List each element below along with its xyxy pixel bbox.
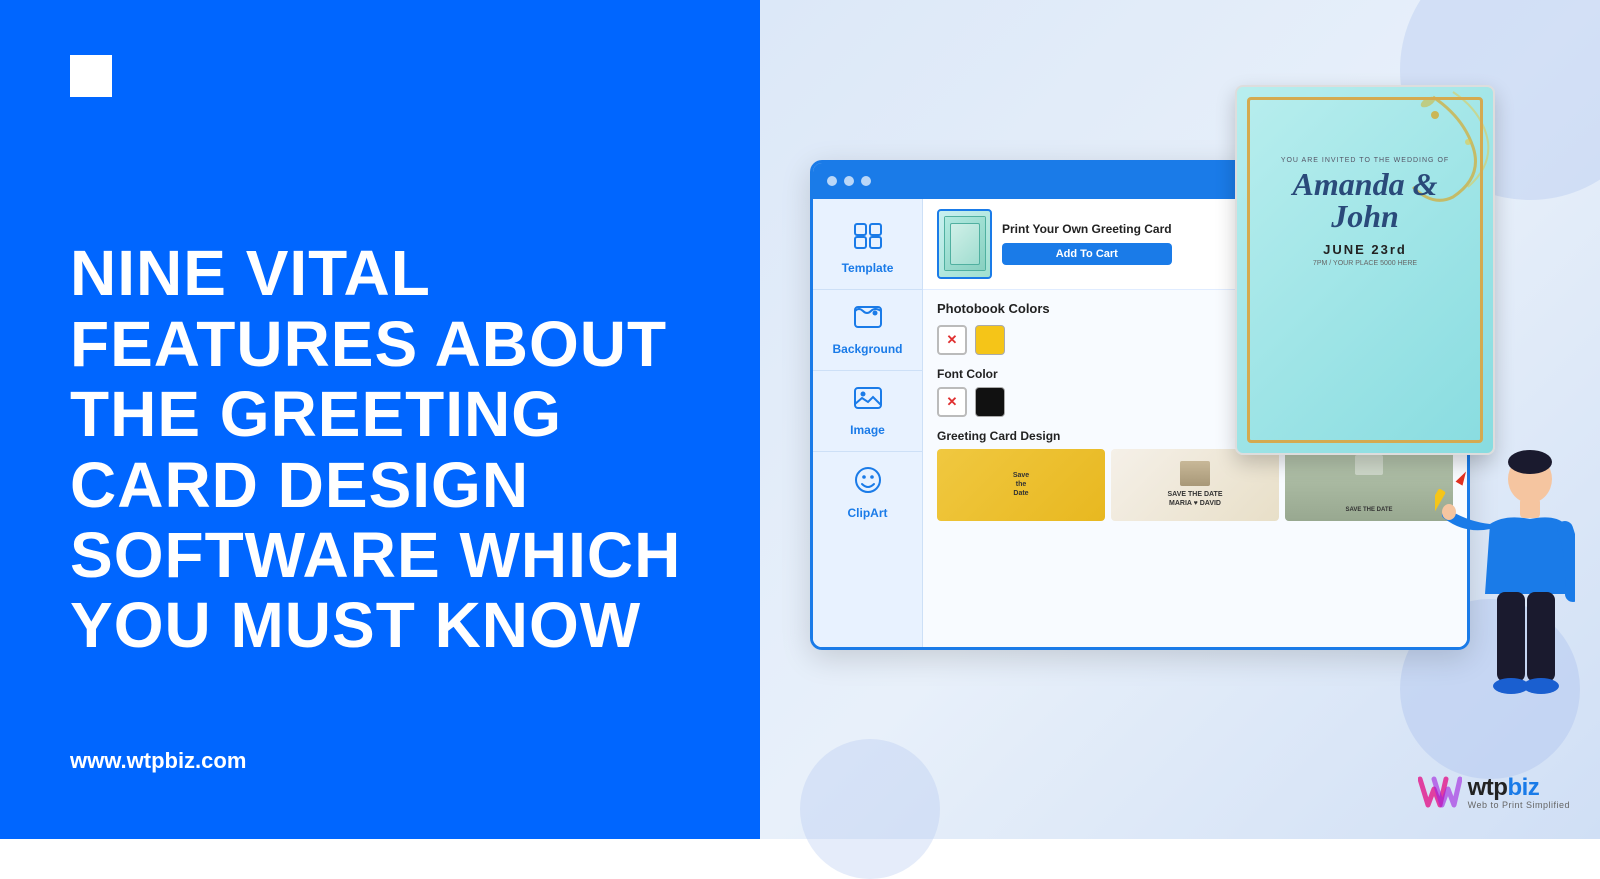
color-swatch-yellow[interactable] [975, 325, 1005, 355]
product-title: Print Your Own Greeting Card [1002, 222, 1172, 238]
left-panel: NINE VITAL FEATURES ABOUT THE GREETING C… [0, 0, 760, 839]
product-thumb-inner [944, 216, 986, 271]
browser-dot-2 [844, 176, 854, 186]
wtpbiz-logo: wtpbiz Web to Print Simplified [1418, 775, 1570, 811]
wtpbiz-tagline: Web to Print Simplified [1468, 800, 1570, 810]
design-card-2[interactable]: SAVE THE DATEMARIA ♥ DAVID [1111, 449, 1279, 521]
product-info: Print Your Own Greeting Card Add To Cart [1002, 222, 1172, 266]
gc-date: JUNE 23rd [1257, 242, 1473, 257]
sidebar-item-background[interactable]: Background [813, 290, 922, 371]
product-thumbnail [937, 209, 992, 279]
photobook-colors-title: Photobook Colors [937, 301, 1050, 316]
editor-sidebar: Template Background [813, 199, 923, 647]
image-label: Image [850, 423, 885, 437]
design-card-1[interactable]: SavetheDate [937, 449, 1105, 521]
gc-invited-text: YOU ARE INVITED TO THE WEDDING OF [1257, 157, 1473, 164]
add-to-cart-button[interactable]: Add To Cart [1002, 243, 1172, 265]
color-swatch-x-1[interactable]: ✕ [937, 325, 967, 355]
greeting-card-preview: YOU ARE INVITED TO THE WEDDING OF Amanda… [1235, 85, 1495, 455]
browser-dot-3 [861, 176, 871, 186]
design-card-3[interactable]: SAVE THE DATE [1285, 449, 1453, 521]
wtpbiz-w-icon [1418, 775, 1462, 811]
design-card-2-text: SAVE THE DATEMARIA ♥ DAVID [1168, 491, 1223, 508]
product-card: Print Your Own Greeting Card Add To Cart [937, 209, 1172, 279]
image-icon [854, 385, 882, 418]
clipart-icon [854, 466, 882, 501]
gc-text-block: YOU ARE INVITED TO THE WEDDING OF Amanda… [1257, 157, 1473, 267]
website-url: www.wtpbiz.com [70, 748, 246, 774]
gc-gold-frame [1247, 97, 1483, 443]
template-icon [854, 223, 882, 256]
gc-sub-date: 7PM / YOUR PLACE 5000 HERE [1257, 260, 1473, 267]
template-label: Template [842, 261, 894, 275]
deco-circle-bottom-left [800, 739, 940, 879]
browser-dot-1 [827, 176, 837, 186]
main-heading: NINE VITAL FEATURES ABOUT THE GREETING C… [70, 238, 690, 660]
sidebar-item-image[interactable]: Image [813, 371, 922, 452]
background-icon [854, 304, 882, 337]
wtpbiz-name: wtpbiz [1468, 776, 1570, 800]
color-swatch-x-2[interactable]: ✕ [937, 387, 967, 417]
gc-name: Amanda & John [1257, 168, 1473, 232]
wtpbiz-text: wtpbiz Web to Print Simplified [1468, 776, 1570, 810]
color-swatch-black[interactable] [975, 387, 1005, 417]
sidebar-item-clipart[interactable]: ClipArt [813, 452, 922, 534]
clipart-label: ClipArt [848, 506, 888, 520]
sidebar-item-template[interactable]: Template [813, 209, 922, 290]
right-panel: Template Background [760, 0, 1600, 839]
white-square-decoration [70, 55, 112, 97]
background-label: Background [832, 342, 902, 356]
greeting-card-preview-container: YOU ARE INVITED TO THE WEDDING OF Amanda… [1235, 85, 1495, 455]
person-illustration [1435, 434, 1575, 739]
design-grid: SavetheDate SAVE THE DATEMARIA ♥ DAVID [937, 449, 1453, 521]
